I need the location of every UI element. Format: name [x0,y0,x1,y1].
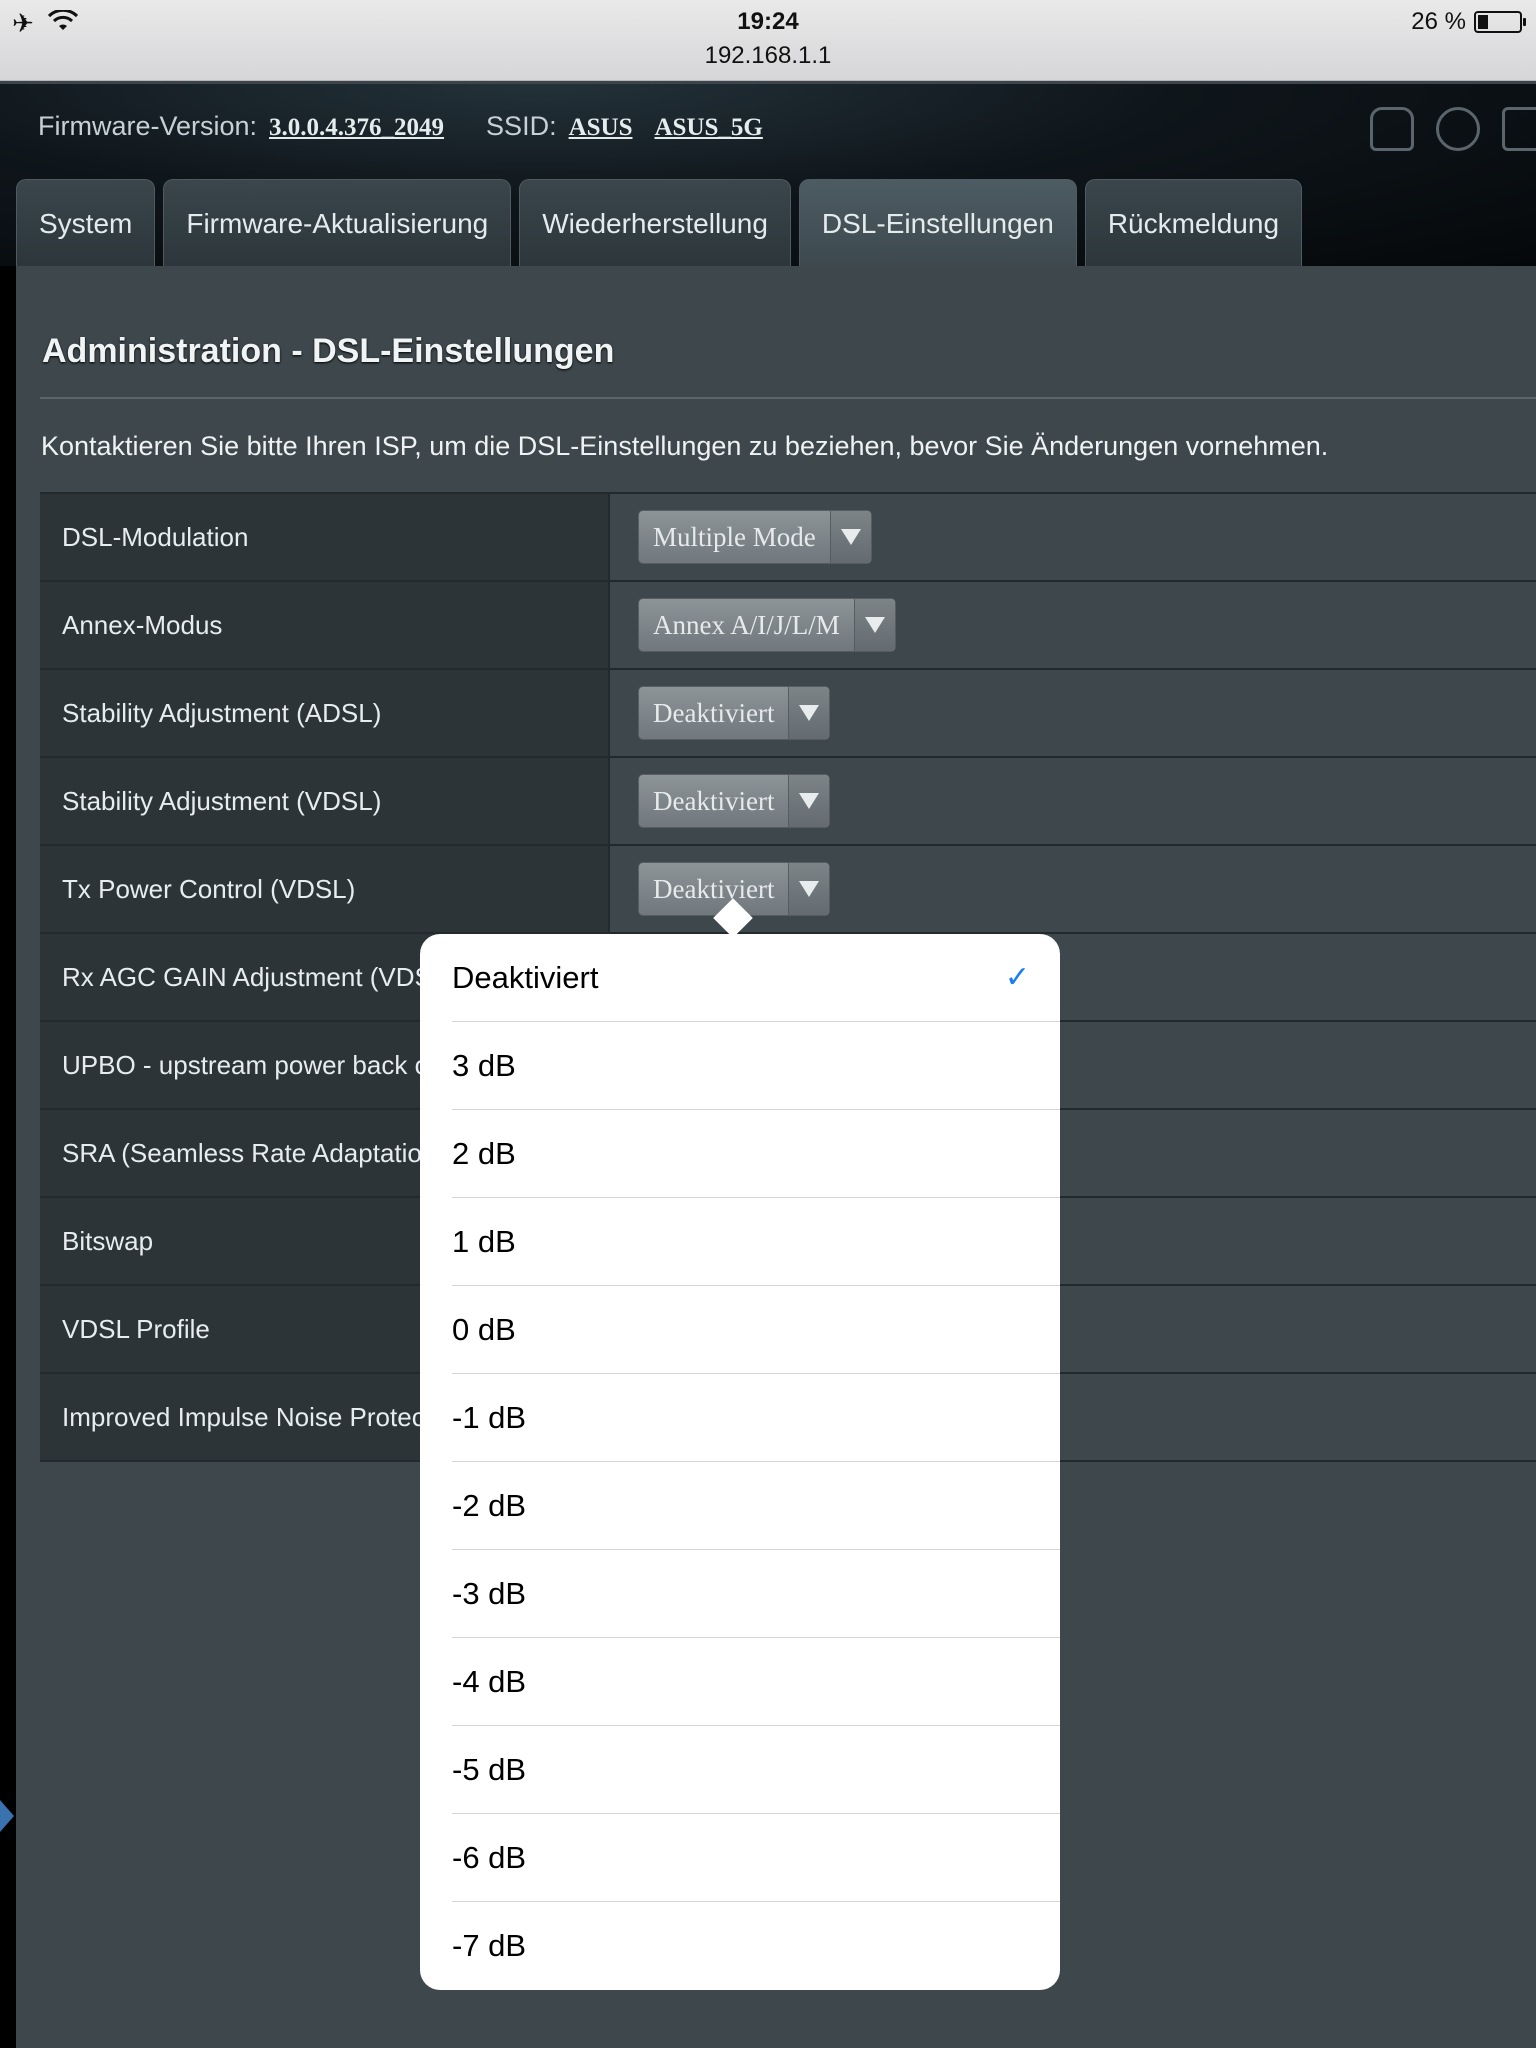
option-item[interactable]: -5 dB [452,1726,1060,1814]
setting-value-cell: Deaktiviert [612,758,1536,844]
select-value: Annex A/I/J/L/M [653,609,840,640]
option-label: -1 dB [452,1400,527,1435]
firmware-version-link[interactable]: 3.0.0.4.376_2049 [269,114,444,142]
side-nav-arrow-icon[interactable] [0,1800,14,1832]
option-item[interactable]: -6 dB [452,1814,1060,1902]
select-value: Deaktiviert [653,785,775,816]
option-item[interactable]: 3 dB [452,1022,1060,1110]
admin-tabs: System Firmware-Aktualisierung Wiederher… [16,179,1303,266]
stability-adsl-select[interactable]: Deaktiviert [638,686,831,740]
tab-restore[interactable]: Wiederherstellung [519,179,791,266]
table-row: DSL-Modulation Multiple Mode [40,494,1536,582]
setting-value-cell: Annex A/I/J/L/M [612,582,1536,668]
globe-icon[interactable] [1436,107,1480,151]
setting-label: Tx Power Control (VDSL) [40,846,610,932]
ssid-link-2[interactable]: ASUS_5G [655,114,763,142]
setting-label: Stability Adjustment (ADSL) [40,670,610,756]
battery-text: 26 % [1411,8,1466,35]
option-label: -3 dB [452,1576,527,1611]
select-value: Deaktiviert [653,873,775,904]
option-label: -6 dB [452,1840,527,1875]
option-label: -7 dB [452,1928,527,1963]
page-title: Administration - DSL-Einstellungen [42,332,615,370]
ssid-link-1[interactable]: ASUS [569,114,633,142]
setting-label: DSL-Modulation [40,494,610,580]
option-label: 3 dB [452,1048,516,1083]
option-label: -2 dB [452,1488,527,1523]
address-bar-url[interactable]: 192.168.1.1 [0,42,1536,70]
status-right: 26 % [1411,8,1526,36]
status-time: 19:24 [737,8,799,35]
ssid-label: SSID: [486,111,557,141]
people-icon[interactable] [1370,107,1414,151]
option-label: -5 dB [452,1752,527,1787]
battery-icon [1474,11,1526,33]
option-item[interactable]: Deaktiviert ✓ [452,934,1060,1022]
setting-label: Stability Adjustment (VDSL) [40,758,610,844]
option-item[interactable]: 1 dB [452,1198,1060,1286]
option-item[interactable]: -3 dB [452,1550,1060,1638]
page-description: Kontaktieren Sie bitte Ihren ISP, um die… [41,431,1329,461]
dsl-modulation-select[interactable]: Multiple Mode [638,510,872,564]
tab-firmware-update[interactable]: Firmware-Aktualisierung [163,179,512,266]
ios-status-bar: ✈ 19:24 192.168.1.1 26 % [0,0,1536,81]
option-item[interactable]: -1 dB [452,1374,1060,1462]
router-header: Firmware-Version: 3.0.0.4.376_2049 SSID:… [0,81,1536,266]
tab-feedback[interactable]: Rückmeldung [1084,179,1303,266]
battery-fill [1478,15,1488,29]
option-label: -4 dB [452,1664,527,1699]
stability-vdsl-select[interactable]: Deaktiviert [638,774,831,828]
annex-mode-select[interactable]: Annex A/I/J/L/M [638,598,896,652]
dropdown-arrow-icon [829,511,871,563]
option-label: 0 dB [452,1312,516,1347]
table-row: Annex-Modus Annex A/I/J/L/M [40,582,1536,670]
option-label: Deaktiviert [452,960,599,995]
table-row: Stability Adjustment (ADSL) Deaktiviert [40,670,1536,758]
firmware-ssid-row: Firmware-Version: 3.0.0.4.376_2049 SSID:… [38,111,763,142]
setting-value-cell: Deaktiviert [612,670,1536,756]
header-icons [1370,107,1536,151]
monitor-icon[interactable] [1502,107,1536,151]
table-row: Stability Adjustment (VDSL) Deaktiviert [40,758,1536,846]
setting-label: Annex-Modus [40,582,610,668]
option-item[interactable]: 2 dB [452,1110,1060,1198]
option-item[interactable]: -4 dB [452,1638,1060,1726]
table-row: Tx Power Control (VDSL) Deaktiviert [40,846,1536,934]
dropdown-arrow-icon [788,863,830,915]
option-label: 2 dB [452,1136,516,1171]
dropdown-arrow-icon [853,599,895,651]
select-options-popover: Deaktiviert ✓ 3 dB 2 dB 1 dB 0 dB -1 dB … [420,934,1060,1990]
dropdown-arrow-icon [788,775,830,827]
select-value: Multiple Mode [653,521,816,552]
option-item[interactable]: 0 dB [452,1286,1060,1374]
option-item[interactable]: -7 dB [452,1902,1060,1990]
tab-system[interactable]: System [16,179,156,266]
dropdown-arrow-icon [788,687,830,739]
title-divider [40,397,1536,399]
select-value: Deaktiviert [653,697,775,728]
header-divider [0,81,1536,84]
option-item[interactable]: -2 dB [452,1462,1060,1550]
tab-dsl-settings[interactable]: DSL-Einstellungen [798,179,1077,266]
option-label: 1 dB [452,1224,516,1259]
firmware-label: Firmware-Version: [38,111,258,141]
setting-value-cell: Multiple Mode [612,494,1536,580]
checkmark-icon: ✓ [1004,961,1030,994]
